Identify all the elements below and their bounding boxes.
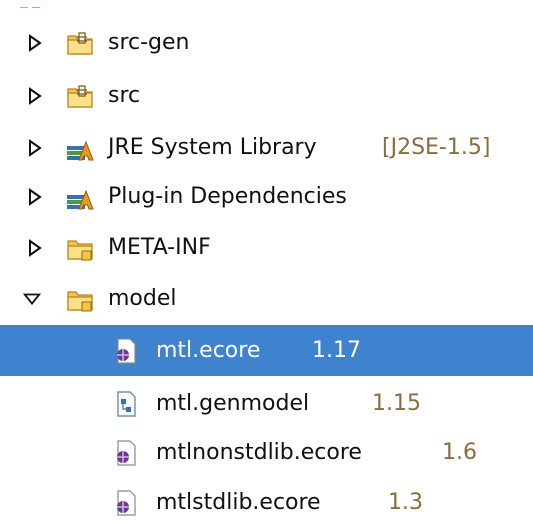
version-decoration: 1.3 [388, 489, 423, 515]
tree-item-label: JRE System Library [108, 134, 317, 160]
library-icon [66, 183, 94, 211]
version-decoration: [J2SE-1.5] [382, 134, 491, 160]
chevron-right-icon[interactable] [26, 138, 44, 157]
genmodel-file-icon [112, 390, 140, 418]
folder-icon [66, 234, 94, 262]
source-folder-icon [66, 29, 94, 57]
tree-item-label: META-INF [108, 234, 211, 260]
tree-item-label: mtl.genmodel [156, 390, 310, 416]
tree-item-model[interactable]: model [0, 273, 533, 324]
tree-item-label: mtlstdlib.ecore [156, 489, 321, 515]
ecore-file-icon [112, 439, 140, 467]
tree-item-src[interactable]: src [0, 70, 533, 121]
tree-item-src-gen[interactable]: src-gen [0, 17, 533, 68]
tree-item-mtlnonstdlib-ecore[interactable]: mtlnonstdlib.ecore 1.6 [0, 427, 533, 478]
project-explorer-tree: src-gen src JRE System Library [J2SE-1.5… [0, 0, 533, 523]
version-decoration: 1.6 [442, 439, 477, 465]
tree-item-jre-system-library[interactable]: JRE System Library [J2SE-1.5] [0, 122, 533, 173]
chevron-right-icon[interactable] [26, 238, 44, 257]
chevron-right-icon[interactable] [26, 86, 44, 105]
ecore-file-icon [112, 489, 140, 517]
version-decoration: 1.15 [372, 390, 421, 416]
tree-item-label: mtl.ecore [156, 337, 261, 363]
chevron-right-icon[interactable] [26, 187, 44, 206]
tree-item-mtl-genmodel[interactable]: mtl.genmodel 1.15 [0, 378, 533, 429]
tree-item-label: model [108, 285, 177, 311]
chevron-right-icon[interactable] [26, 33, 44, 52]
tree-item-mtlstdlib-ecore[interactable]: mtlstdlib.ecore 1.3 [0, 477, 533, 523]
chevron-down-icon[interactable] [23, 290, 41, 308]
tree-item-plug-in-dependencies[interactable]: Plug-in Dependencies [0, 171, 533, 222]
tree-item-label: mtlnonstdlib.ecore [156, 439, 362, 465]
library-icon [66, 134, 94, 162]
version-decoration: 1.17 [312, 337, 361, 363]
folder-icon [66, 285, 94, 313]
tree-item-label: Plug-in Dependencies [108, 183, 347, 209]
source-folder-icon [66, 82, 94, 110]
tree-item-label: src [108, 82, 141, 108]
tree-item-mtl-ecore[interactable]: mtl.ecore 1.17 [0, 325, 533, 376]
tree-item-label: src-gen [108, 29, 190, 55]
ecore-file-icon [112, 337, 140, 365]
folder-icon [18, 0, 44, 8]
tree-item-meta-inf[interactable]: META-INF [0, 222, 533, 273]
